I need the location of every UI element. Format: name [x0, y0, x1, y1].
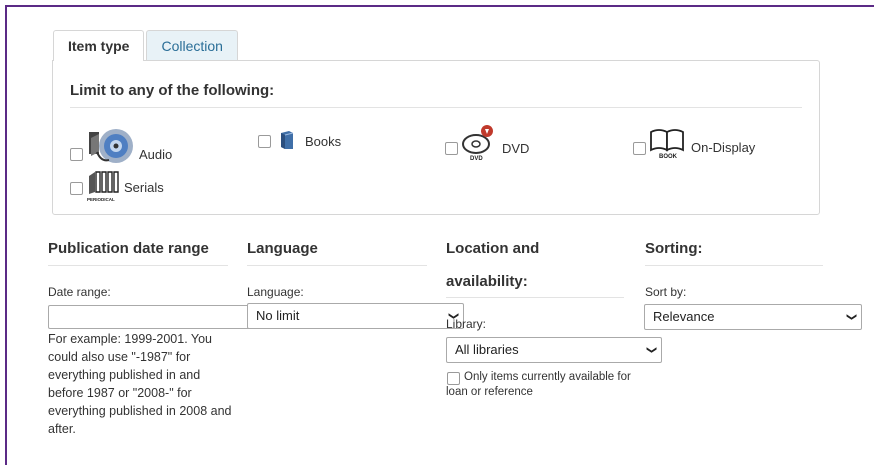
location-heading: Location and — [446, 240, 540, 257]
audio-disc-icon — [87, 126, 137, 169]
language-heading: Language — [247, 240, 318, 257]
serials-checkbox[interactable] — [70, 182, 83, 195]
sort-by-selected: Relevance — [653, 309, 715, 324]
on-display-checkbox[interactable] — [633, 142, 646, 155]
publication-heading: Publication date range — [48, 240, 209, 257]
library-selected: All libraries — [455, 342, 519, 357]
divider — [247, 265, 427, 266]
tab-collection[interactable]: Collection — [146, 30, 238, 60]
item-type-on-display[interactable]: BOOK On-Display — [633, 126, 755, 163]
dvd-icon: DVD — [460, 124, 496, 165]
language-selected: No limit — [256, 308, 300, 323]
item-type-serials[interactable]: PERIODICAL Serials — [70, 170, 164, 205]
item-type-books[interactable]: Books — [258, 130, 341, 153]
location-heading-line2: availability: — [446, 273, 528, 290]
date-range-help: For example: 1999-2001. You could also u… — [48, 332, 232, 436]
book-icon — [279, 130, 295, 153]
books-label: Books — [305, 134, 342, 149]
language-label: Language: — [247, 285, 304, 299]
periodical-icon: PERIODICAL — [86, 170, 122, 205]
limit-tabs: Item type Collection — [53, 30, 238, 61]
chevron-down-icon: ❯ — [645, 345, 657, 355]
open-book-icon: BOOK — [649, 126, 685, 163]
divider — [645, 265, 823, 266]
library-select[interactable]: All libraries ❯ — [446, 337, 662, 363]
books-checkbox[interactable] — [258, 135, 271, 148]
tab-item-type[interactable]: Item type — [53, 30, 145, 61]
dvd-label: DVD — [502, 141, 530, 156]
date-range-label: Date range: — [48, 285, 111, 299]
periodical-icon-caption: PERIODICAL — [87, 197, 115, 202]
audio-label: Audio — [139, 147, 173, 162]
item-type-audio[interactable]: Audio — [70, 126, 172, 169]
dvd-icon-caption: DVD — [470, 156, 483, 162]
available-only-label: Only items currently available for loan … — [446, 371, 631, 398]
dvd-checkbox[interactable] — [445, 142, 458, 155]
on-display-label: On-Display — [691, 140, 756, 155]
sort-by-select[interactable]: Relevance ❯ — [644, 304, 862, 330]
chevron-down-icon: ❯ — [845, 312, 857, 322]
sort-by-label: Sort by: — [645, 285, 687, 299]
panel-heading: Limit to any of the following: — [70, 82, 275, 99]
audio-checkbox[interactable] — [70, 148, 83, 161]
divider — [446, 297, 624, 298]
date-range-input[interactable] — [48, 305, 270, 329]
language-select[interactable]: No limit ❯ — [247, 303, 464, 329]
library-label: Library: — [446, 317, 487, 331]
serials-label: Serials — [124, 180, 164, 195]
item-type-dvd[interactable]: DVD DVD — [445, 124, 529, 165]
sorting-heading: Sorting: — [645, 240, 703, 257]
book-icon-caption: BOOK — [659, 154, 678, 160]
divider — [70, 107, 802, 108]
divider — [48, 265, 228, 266]
